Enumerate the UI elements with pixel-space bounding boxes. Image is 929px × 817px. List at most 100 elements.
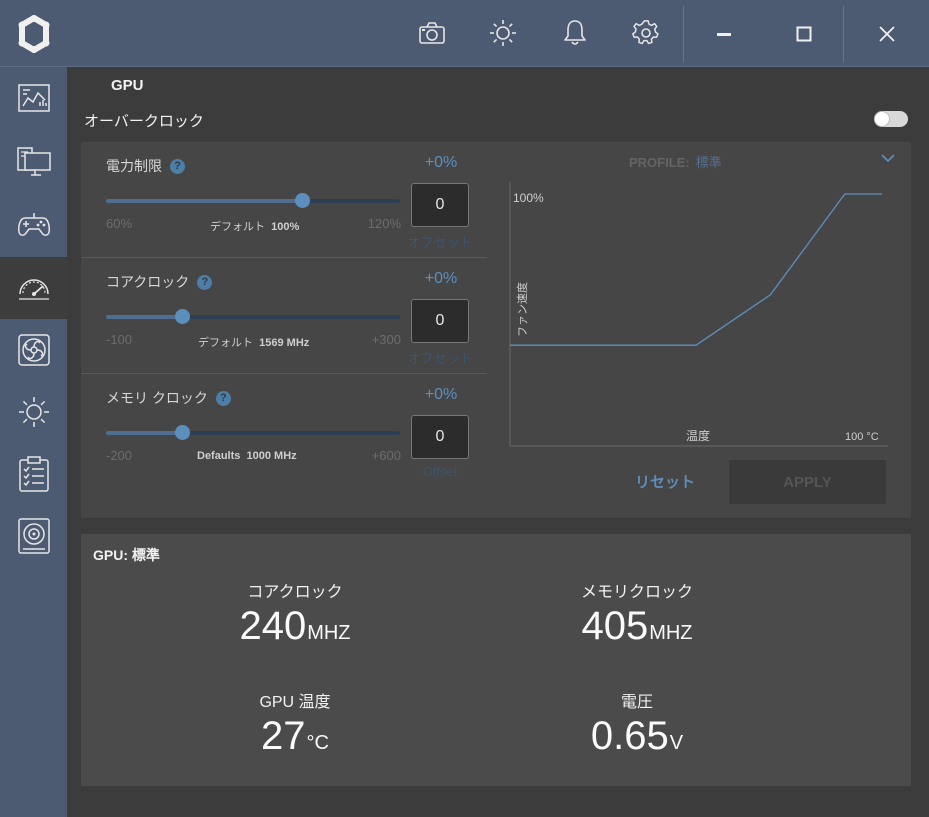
profile-value: 標準 [695,155,722,170]
title-bar [0,0,929,67]
overclock-panel: 電力制限? +0% 60% デフォルト 100% 120% 0 オフセット コア… [81,142,911,518]
sidebar-item-system[interactable] [0,131,67,193]
default-label: デフォルト [210,221,265,233]
slider-max: +600 [371,448,401,463]
fan-profile-selector[interactable]: PROFILE: 標準 [629,152,722,171]
slider-default: デフォルト 100% [210,218,299,234]
apply-button[interactable]: APPLY [729,460,886,504]
overclock-label: オーバークロック [84,113,204,130]
fan-icon [17,334,50,366]
value-unit: V [669,732,684,754]
maximize-icon[interactable] [764,0,844,67]
default-value: 1000 MHz [246,450,297,462]
stat-label: 電圧 [620,694,653,711]
toggle-knob [875,112,889,126]
default-value: 100% [271,221,300,233]
slider-thumb[interactable] [174,309,190,324]
memory-clock-row: メモリ クロック? +0% -200 Defaults 1000 MHz +60… [81,374,487,490]
gear-icon[interactable] [631,18,661,48]
slider-thumb[interactable] [295,193,311,208]
stat-value: 240MHZ [165,604,425,649]
sidebar-item-performance[interactable] [0,257,67,319]
power-limit-percent: +0% [424,154,458,171]
memory-clock-offset-input[interactable]: 0 [411,415,469,459]
monitor-icon [16,147,51,176]
profile-label: PROFILE: [629,155,690,170]
value-number: 405 [581,604,649,648]
app-logo-icon[interactable] [0,0,67,67]
core-clock-slider[interactable] [106,315,400,319]
memory-clock-slider[interactable] [106,431,400,435]
sidebar-item-games[interactable] [0,194,67,256]
memory-clock-label-text: メモリ クロック [106,390,208,406]
slider-fill [106,199,303,203]
offset-label: オフセット [407,235,473,250]
minimize-icon[interactable] [684,0,764,67]
sidebar-item-lighting[interactable] [0,381,67,443]
help-icon[interactable]: ? [170,158,185,174]
core-clock-row: コアクロック? +0% -100 デフォルト 1569 MHz +300 0 オ… [81,258,487,374]
default-label: Defaults [197,450,241,462]
sidebar-item-storage[interactable] [0,505,67,567]
close-icon[interactable] [844,0,929,67]
stats-title: GPU: 標準 [93,547,160,563]
camera-icon[interactable] [417,18,447,48]
stat-label: メモリクロック [580,584,693,601]
stat-label: コアクロック [247,584,343,601]
clipboard-icon [18,456,49,492]
storage-icon [17,518,50,554]
voltage-stat: 電圧 0.65V [507,688,767,759]
page-title: GPU [111,77,144,94]
default-value: 1569 MHz [259,337,310,349]
main-content: GPU オーバークロック 電力制限? +0% 60% デフォルト 100% 12… [67,67,929,817]
slider-min: 60% [106,216,133,231]
slider-default: Defaults 1000 MHz [197,450,297,462]
help-icon[interactable]: ? [197,274,213,290]
memory-clock-stat: メモリクロック 405MHZ [507,578,767,649]
sidebar-item-dashboard[interactable] [0,67,67,129]
y-axis-label: ファン速度 [515,282,529,337]
gpu-stats-panel: GPU: 標準 コアクロック 240MHZ メモリクロック 405MHZ GPU… [81,534,911,786]
fan-curve-line[interactable] [510,193,882,346]
reset-button[interactable]: リセット [625,462,705,500]
gauge-icon [18,279,49,300]
gamepad-icon [17,213,50,236]
fan-curve-chart[interactable]: 100% ファン速度 温度 100 °C [508,182,888,452]
value-number: 240 [239,604,307,648]
power-limit-offset-input[interactable]: 0 [411,183,469,227]
slider-min: -200 [106,448,133,463]
default-label: デフォルト [198,337,253,349]
stat-value: 27°C [165,714,425,759]
core-clock-offset-input[interactable]: 0 [411,299,469,343]
slider-fill [106,315,183,319]
dashboard-icon [17,84,50,112]
value-unit: MHZ [307,622,351,644]
slider-fill [106,431,183,435]
overclock-toggle[interactable] [874,111,908,127]
memory-clock-percent: +0% [424,386,458,403]
power-limit-slider[interactable] [106,199,400,203]
chevron-down-icon[interactable] [880,150,896,166]
value-number: 0.65 [590,714,669,758]
value-unit: °C [306,732,329,754]
gpu-temp-stat: GPU 温度 27°C [165,688,425,759]
power-limit-label: 電力制限? [106,156,185,176]
slider-max: +300 [371,332,401,347]
sidebar-item-fans[interactable] [0,319,67,381]
stat-label: GPU 温度 [259,694,331,711]
value-number: 27 [261,714,306,758]
brightness-icon[interactable] [488,18,518,48]
x-max-label: 100 °C [845,431,879,443]
help-icon[interactable]: ? [215,390,231,406]
power-limit-row: 電力制限? +0% 60% デフォルト 100% 120% 0 オフセット [81,142,487,258]
value-unit: MHZ [649,622,693,644]
slider-thumb[interactable] [174,425,190,440]
bell-icon[interactable] [560,18,590,48]
power-limit-label-text: 電力制限 [106,158,162,174]
core-clock-label-text: コアクロック [106,274,190,290]
offset-label: オフセット [407,351,473,366]
y-max-label: 100% [513,191,544,205]
sidebar-item-reports[interactable] [0,443,67,505]
sidebar [0,67,67,817]
core-clock-percent: +0% [424,270,458,287]
